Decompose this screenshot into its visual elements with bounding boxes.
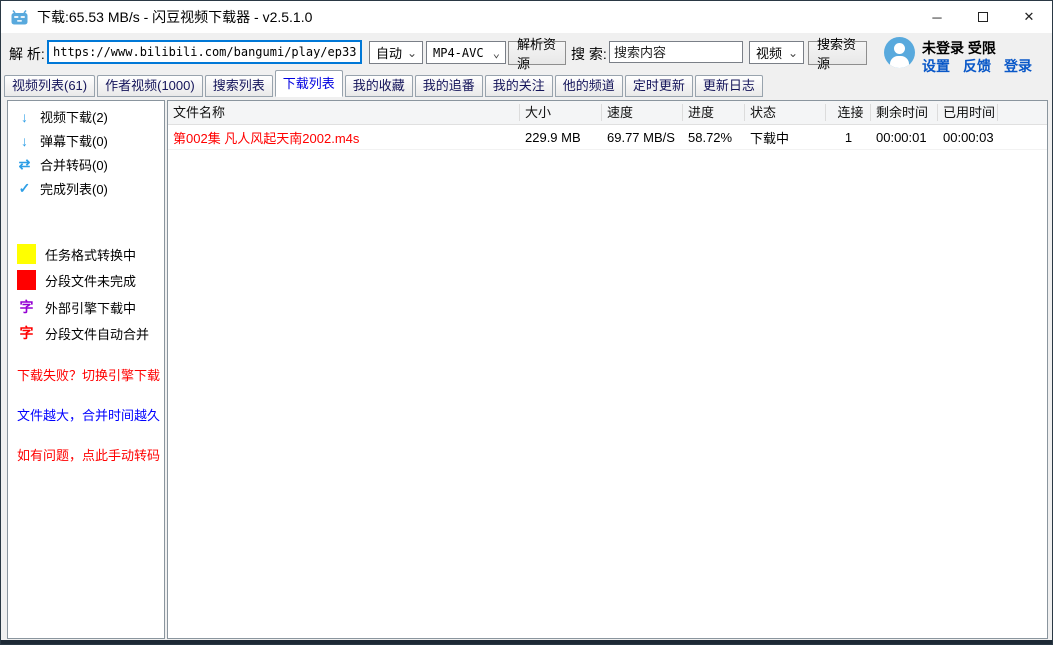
account-links: 设置 反馈 登录 (922, 56, 1032, 76)
titlebar: 下载:65.53 MB/s - 闪豆视频下载器 - v2.5.1.0 ─ ✕ (1, 1, 1052, 33)
login-status: 未登录 受限 (922, 38, 996, 58)
sidebar-item-label: 合并转码(0) (40, 155, 108, 174)
minimize-button[interactable]: ─ (914, 1, 960, 33)
col-progress[interactable]: 进度 (683, 104, 745, 121)
tab-search-list[interactable]: 搜索列表 (205, 75, 273, 97)
tab-bar: 视频列表(61) 作者视频(1000) 搜索列表 下载列表 我的收藏 我的追番 … (4, 69, 765, 97)
col-connections[interactable]: 连接 (826, 104, 871, 121)
sidebar-item-merge-transcode[interactable]: ⇄ 合并转码(0) (17, 155, 108, 174)
sidebar-item-video-download[interactable]: ↓ 视频下载(2) (17, 107, 108, 126)
parse-label: 解 析: (9, 44, 45, 64)
maximize-button[interactable] (960, 1, 1006, 33)
cell-connections: 1 (826, 130, 871, 145)
tab-video-list[interactable]: 视频列表(61) (4, 75, 95, 97)
search-type-select[interactable]: 视频 ⌄ (749, 41, 804, 64)
col-size[interactable]: 大小 (520, 104, 602, 121)
transcode-icon: ⇄ (17, 156, 32, 173)
format-select-value: MP4-AVC (433, 46, 484, 60)
note-manual-transcode-link[interactable]: 如有问题，点此手动转码 (17, 445, 160, 464)
search-resource-button[interactable]: 搜索资源 (808, 41, 867, 65)
close-icon: ✕ (1024, 9, 1035, 25)
legend-label: 外部引擎下载中 (45, 298, 136, 317)
avatar[interactable] (884, 37, 915, 68)
sidebar-item-danmaku-download[interactable]: ↓ 弹幕下载(0) (17, 131, 108, 150)
note-switch-engine: 下载失败？切换引擎下载 (17, 365, 160, 384)
tab-changelog[interactable]: 更新日志 (695, 75, 763, 97)
search-type-value: 视频 (756, 43, 782, 62)
chevron-down-icon: ⌄ (407, 48, 417, 58)
cell-size: 229.9 MB (520, 130, 602, 145)
char-icon: 字 (17, 323, 36, 343)
search-label: 搜 索: (571, 44, 607, 64)
col-status[interactable]: 状态 (745, 104, 826, 121)
cell-status: 下载中 (745, 128, 826, 147)
sidebar-item-completed-list[interactable]: ✓ 完成列表(0) (17, 179, 108, 198)
settings-link[interactable]: 设置 (922, 56, 950, 76)
search-input[interactable] (609, 41, 743, 63)
col-speed[interactable]: 速度 (602, 104, 683, 121)
cell-elapsed-time: 00:00:03 (938, 130, 998, 145)
tab-my-favorites[interactable]: 我的收藏 (345, 75, 413, 97)
parse-resource-button[interactable]: 解析资源 (508, 41, 566, 65)
cell-filename: 第002集 凡人风起天南2002.m4s (168, 128, 520, 147)
table-row[interactable]: 第002集 凡人风起天南2002.m4s 229.9 MB 69.77 MB/S… (168, 125, 1047, 150)
mode-select[interactable]: 自动 ⌄ (369, 41, 423, 64)
app-window: 下载:65.53 MB/s - 闪豆视频下载器 - v2.5.1.0 ─ ✕ 解… (0, 0, 1053, 645)
tab-my-follows[interactable]: 我的关注 (485, 75, 553, 97)
yellow-swatch (17, 244, 36, 264)
download-icon: ↓ (17, 109, 32, 125)
format-select[interactable]: MP4-AVC ⌄ (426, 41, 506, 64)
maximize-icon (978, 12, 988, 22)
legend-format-converting: 任务格式转换中 (17, 244, 136, 264)
window-controls: ─ ✕ (914, 1, 1052, 33)
cell-progress: 58.72% (683, 130, 745, 145)
user-icon (894, 43, 905, 54)
parse-resource-button-label: 解析资源 (517, 34, 557, 72)
tab-his-channel[interactable]: 他的频道 (555, 75, 623, 97)
chevron-down-icon: ⌄ (788, 48, 798, 58)
legend-auto-merge: 字 分段文件自动合并 (17, 323, 149, 343)
col-filler (998, 104, 1047, 121)
check-icon: ✓ (17, 180, 32, 197)
note-merge-time: 文件越大，合并时间越久 (17, 405, 160, 424)
sidebar-item-label: 弹幕下载(0) (40, 131, 108, 150)
download-icon: ↓ (17, 133, 32, 149)
app-icon (11, 10, 28, 25)
sidebar-item-label: 视频下载(2) (40, 107, 108, 126)
cell-speed: 69.77 MB/S (602, 130, 683, 145)
minimize-icon: ─ (932, 10, 941, 25)
feedback-link[interactable]: 反馈 (963, 56, 991, 76)
chevron-down-icon: ⌄ (493, 48, 500, 58)
tab-my-bangumi[interactable]: 我的追番 (415, 75, 483, 97)
search-resource-button-label: 搜索资源 (817, 34, 858, 72)
url-input[interactable] (47, 40, 362, 64)
download-table: 文件名称 大小 速度 进度 状态 连接 剩余时间 已用时间 第002集 凡人风起… (167, 100, 1048, 639)
tab-author-videos[interactable]: 作者视频(1000) (97, 75, 203, 97)
legend-external-engine: 字 外部引擎下载中 (17, 297, 136, 317)
legend-label: 分段文件自动合并 (45, 324, 149, 343)
mode-select-value: 自动 (376, 43, 402, 62)
legend-segment-incomplete: 分段文件未完成 (17, 270, 136, 290)
tab-download-list[interactable]: 下载列表 (275, 70, 343, 97)
window-title: 下载:65.53 MB/s - 闪豆视频下载器 - v2.5.1.0 (37, 7, 312, 27)
char-icon: 字 (17, 297, 36, 317)
red-swatch (17, 270, 36, 290)
col-filename[interactable]: 文件名称 (168, 104, 520, 121)
tab-scheduled-update[interactable]: 定时更新 (625, 75, 693, 97)
table-header: 文件名称 大小 速度 进度 状态 连接 剩余时间 已用时间 (168, 101, 1047, 125)
col-elapsed-time[interactable]: 已用时间 (938, 104, 998, 121)
sidebar-item-label: 完成列表(0) (40, 179, 108, 198)
close-button[interactable]: ✕ (1006, 1, 1052, 33)
sidebar: ↓ 视频下载(2) ↓ 弹幕下载(0) ⇄ 合并转码(0) ✓ 完成列表(0) … (7, 100, 165, 639)
col-remaining-time[interactable]: 剩余时间 (871, 104, 938, 121)
legend-label: 任务格式转换中 (45, 245, 136, 264)
login-link[interactable]: 登录 (1004, 56, 1032, 76)
cell-remaining-time: 00:00:01 (871, 130, 938, 145)
legend-label: 分段文件未完成 (45, 271, 136, 290)
